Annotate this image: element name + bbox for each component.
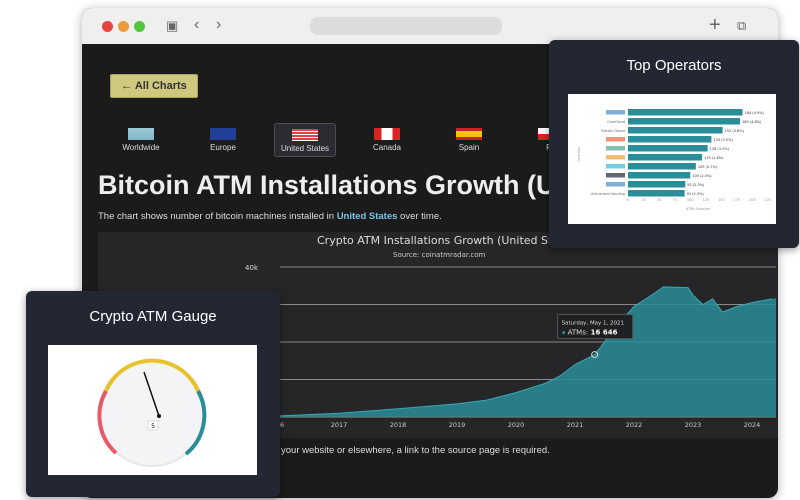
operator-logo-icon [606,182,625,187]
operator-bar [628,181,686,188]
x-tick-label: 2017 [331,421,348,429]
operator-value-label: 128 (3.3%) [710,147,730,151]
operator-logo-icon [606,164,625,169]
operator-logo-icon [606,137,625,142]
gauge-card: Crypto ATM Gauge 5 [26,291,280,497]
x-tick-label: 2021 [567,421,584,429]
x-tick-label: 100 [687,198,694,202]
x-tick-label: 2018 [390,421,407,429]
gauge-panel: 5 [48,345,257,475]
operator-logo-icon [606,146,625,151]
operator-bar [628,163,696,170]
operator-value-label: 180 (4.8%) [742,120,762,124]
x-tick-label: 25 [641,198,645,202]
gauge-chart: 5 [97,358,207,467]
operators-bar-chart: 0 25 50 75 100 125 150 175 200 225 184 (4.9%) 180 (… [577,109,772,211]
operator-bar [628,127,723,134]
operator-value-label: 152 (3.8%) [725,129,745,133]
operator-label: CoinCloud [607,120,625,124]
top-operators-title: Top Operators [626,57,722,74]
x-tick-label: 2022 [626,421,643,429]
operator-label: Bitcoin Depot [601,129,625,133]
operators-chart-panel: 0 25 50 75 100 125 150 175 200 225 184 (4.9%) 180 (… [568,94,776,224]
x-axis-label: ATMs Number [686,207,711,211]
x-tick-label: 50 [657,198,661,202]
x-tick-label: 2020 [508,421,525,429]
operator-label: Unlicensed Vending [591,192,625,196]
operator-value-label: 92 (2.3%) [687,183,705,187]
y-axis-label: Operator [577,146,581,162]
operator-bar [628,172,691,179]
operator-logo-icon [606,173,625,178]
gauge-pivot [157,414,161,418]
x-tick-label: 0 [627,198,629,202]
y-tick-label: 40k [245,264,259,272]
gauge-value: 5 [151,423,155,430]
operator-bar [628,154,703,161]
gauge-title: Crypto ATM Gauge [89,308,217,325]
tooltip-label: ATMs: [568,329,589,337]
operator-value-label: 109 (2.7%) [698,165,718,169]
tooltip-value: 16 646 [591,329,618,337]
x-tick-label: 2019 [449,421,466,429]
x-tick-label: 175 [734,198,741,202]
x-tick-label: 200 [749,198,756,202]
x-tick-label: 2024 [744,421,761,429]
x-tick-label: 125 [702,198,709,202]
x-tick-label: 75 [672,198,676,202]
operator-bar [628,118,740,125]
operator-value-label: 91 (2.3%) [687,192,705,196]
operator-value-label: 100 (2.5%) [692,174,712,178]
operator-bar [628,145,708,152]
tooltip-date: Saturday, May 1, 2021 [562,321,624,327]
operator-bar [628,190,685,197]
top-operators-card: Top Operators 0 25 50 75 100 125 150 175 200 225 1… [549,40,799,248]
operator-logo-icon [606,110,625,115]
operator-value-label: 119 (2.8%) [704,156,724,160]
x-tick-label: 225 [765,198,772,202]
operator-value-label: 134 (3.5%) [713,138,733,142]
area-fill [280,286,776,417]
operator-logo-icon [606,155,625,160]
tooltip-series-dot [562,331,566,335]
x-tick-label: 150 [718,198,725,202]
operator-value-label: 184 (4.9%) [744,111,764,115]
attribution-note: your website or elsewhere, a link to the… [281,445,550,456]
x-tick-label: 2023 [685,421,702,429]
operator-bar [628,136,712,143]
operator-bar [628,109,743,116]
